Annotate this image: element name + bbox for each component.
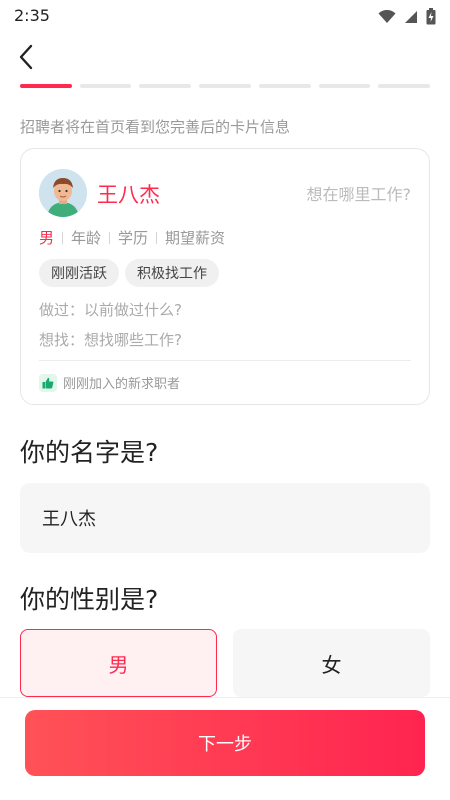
chevron-left-icon xyxy=(19,44,33,70)
attr-divider xyxy=(156,231,158,244)
name-question: 你的名字是? xyxy=(20,438,159,467)
tag-job-seeking: 积极找工作 xyxy=(125,259,219,287)
card-education: 学历 xyxy=(118,229,149,247)
card-salary: 期望薪资 xyxy=(165,229,226,247)
avatar[interactable] xyxy=(39,169,87,217)
tag-active: 刚刚活跃 xyxy=(39,259,119,287)
progress-segment xyxy=(258,84,311,88)
signal-icon xyxy=(405,10,417,23)
progress-segment xyxy=(79,84,132,88)
card-name: 王八杰 xyxy=(97,183,160,207)
card-gender: 男 xyxy=(39,229,55,247)
card-wanted-jobs: 想找：想找哪些工作? xyxy=(39,331,182,349)
step-progress-bar xyxy=(20,84,431,88)
progress-segment-active xyxy=(20,84,72,88)
card-attributes: 男 年龄 学历 期望薪资 xyxy=(39,227,225,248)
progress-segment xyxy=(199,84,251,88)
card-tags: 刚刚活跃 积极找工作 xyxy=(39,259,219,287)
status-icons xyxy=(378,8,436,25)
status-time: 2:35 xyxy=(14,6,50,25)
card-work-location[interactable]: 想在哪里工作? xyxy=(307,181,412,205)
battery-icon xyxy=(426,8,436,25)
profile-preview-card: 王八杰 想在哪里工作? 男 年龄 学历 期望薪资 刚刚活跃 积极找工作 做过：以… xyxy=(20,148,430,405)
progress-segment xyxy=(318,84,371,88)
wifi-icon xyxy=(378,9,396,23)
card-age: 年龄 xyxy=(71,229,102,247)
progress-segment xyxy=(378,84,431,88)
card-footer-text: 刚刚加入的新求职者 xyxy=(63,377,181,392)
progress-segment xyxy=(139,84,192,88)
avatar-icon xyxy=(39,169,87,217)
card-footer: 刚刚加入的新求职者 xyxy=(39,373,180,392)
card-divider xyxy=(39,360,411,361)
status-bar: 2:35 xyxy=(0,0,450,32)
attr-divider xyxy=(109,231,111,244)
gender-question: 你的性别是? xyxy=(20,585,159,614)
card-hint-text: 招聘者将在首页看到您完善后的卡片信息 xyxy=(20,118,291,136)
back-button[interactable] xyxy=(12,42,40,72)
bottom-bar: 下一步 xyxy=(0,697,450,800)
thumbs-up-icon xyxy=(39,373,57,392)
gender-male-option[interactable]: 男 xyxy=(20,629,217,697)
attr-divider xyxy=(62,231,64,244)
card-experience: 做过：以前做过什么? xyxy=(39,301,182,319)
name-field[interactable]: 王八杰 xyxy=(20,483,430,553)
gender-female-option[interactable]: 女 xyxy=(233,629,430,697)
next-step-button[interactable]: 下一步 xyxy=(25,710,425,776)
